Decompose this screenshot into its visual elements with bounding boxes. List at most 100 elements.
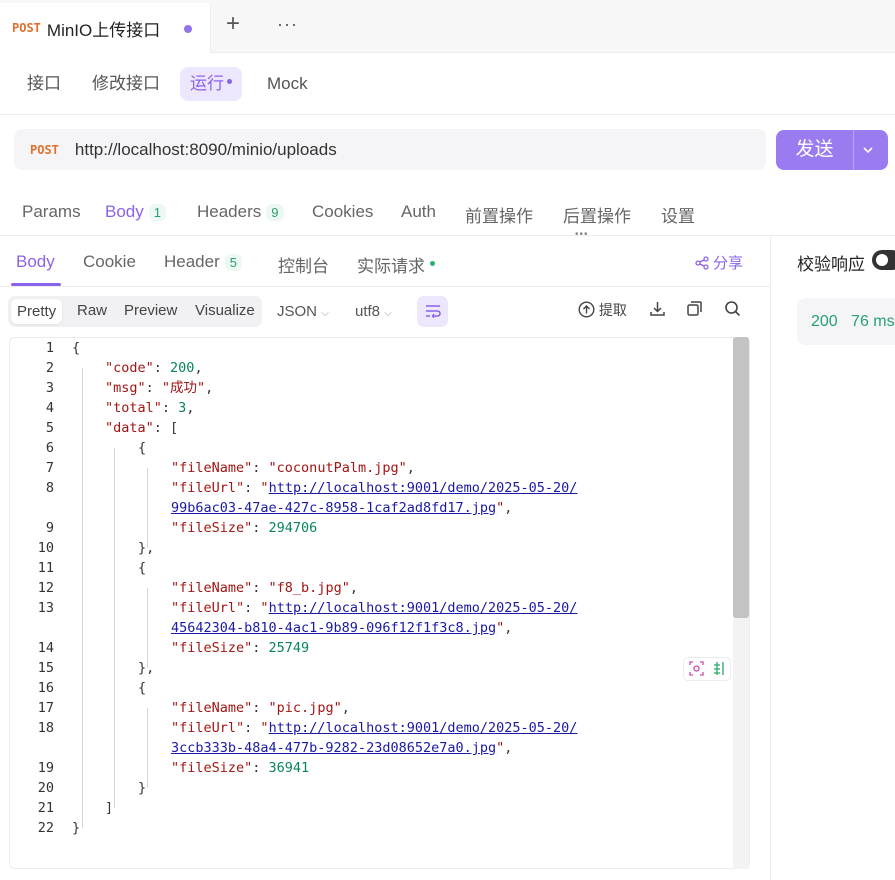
line-number: 18 <box>37 720 54 736</box>
extract-label: 提取 <box>598 302 627 318</box>
file-url-link[interactable]: http://localhost:9001/demo/2025-05-20/ <box>269 480 578 496</box>
copy-icon[interactable] <box>686 300 703 322</box>
code-line: "fileSize": 25749 <box>171 640 310 656</box>
code-line: "total": 3, <box>105 400 195 416</box>
line-number: 13 <box>37 600 54 616</box>
line-number: 8 <box>45 480 54 496</box>
request-tabs: Params Body 1 Headers 9 Cookies Auth 前置操作 … <box>0 186 895 240</box>
code-line: "fileSize": 294706 <box>171 520 318 536</box>
tab-console[interactable]: 控制台 <box>278 252 329 277</box>
tab-settings[interactable]: 设置 <box>661 202 695 227</box>
tab-title: MinIO上传接口 <box>46 20 161 40</box>
response-code-viewer[interactable]: 1 2 3 4 5 6 7 8 9 10 11 12 13 14 15 16 1… <box>9 337 750 869</box>
tab-cookies[interactable]: Cookies <box>312 202 373 222</box>
line-number: 1 <box>45 340 54 356</box>
indent-guide <box>114 448 115 808</box>
tab-body-label: Body <box>105 202 144 221</box>
tab-response-body[interactable]: Body <box>16 252 55 272</box>
code-line: } <box>72 820 81 836</box>
wrap-lines-button[interactable] <box>417 296 448 327</box>
more-icon[interactable]: ··· <box>277 14 298 35</box>
target-icon[interactable] <box>689 661 704 679</box>
code-line: "msg": "成功", <box>105 380 214 396</box>
json-key: "fileUrl" <box>171 600 245 616</box>
line-number: 15 <box>37 660 54 676</box>
code-line: "fileUrl": "http://localhost:9001/demo/2… <box>171 600 578 616</box>
file-url-link[interactable]: 99b6ac03-47ae-427c-8958-1caf2ad8fd17.jpg <box>171 500 496 516</box>
tab-auth[interactable]: Auth <box>401 202 436 222</box>
json-key: "fileUrl" <box>171 720 245 736</box>
code-line: 45642304-b810-4ac1-9b89-096f12f1f3c8.jpg… <box>171 620 513 636</box>
view-visualize[interactable]: Visualize <box>195 302 255 319</box>
indent-guide <box>82 368 83 828</box>
code-action-group <box>683 657 731 681</box>
tab-edit-interface[interactable]: 修改接口 <box>92 67 160 101</box>
code-line: 3ccb333b-48a4-477b-9282-23d08652e7a0.jpg… <box>171 740 513 756</box>
encoding-select[interactable]: utf8 ⌵ <box>355 303 392 320</box>
file-url-link[interactable]: http://localhost:9001/demo/2025-05-20/ <box>269 600 578 616</box>
file-url-link[interactable]: 45642304-b810-4ac1-9b89-096f12f1f3c8.jpg <box>171 620 496 636</box>
url-bar[interactable]: POST http://localhost:8090/minio/uploads <box>14 129 766 170</box>
line-number: 6 <box>45 440 54 456</box>
json-number: 3 <box>178 400 187 416</box>
header-count-badge: 5 <box>224 254 242 271</box>
code-line: }, <box>138 540 155 556</box>
format-value: JSON <box>277 303 318 320</box>
file-url-link[interactable]: 3ccb333b-48a4-477b-9282-23d08652e7a0.jpg <box>171 740 496 756</box>
headers-count-badge: 9 <box>266 204 284 221</box>
line-number: 14 <box>37 640 54 656</box>
encoding-value: utf8 <box>355 303 381 320</box>
chevron-down-icon[interactable] <box>861 140 875 163</box>
url-input[interactable]: http://localhost:8090/minio/uploads <box>75 140 337 160</box>
tab-post-request[interactable]: 后置操作 <box>563 202 631 227</box>
view-preview[interactable]: Preview <box>124 302 177 319</box>
tab-headers-label: Headers <box>197 202 262 221</box>
tab-minio-upload[interactable]: POST MinIO上传接口 <box>0 3 211 53</box>
code-line: "fileName": "pic.jpg", <box>171 700 350 716</box>
download-icon[interactable] <box>649 300 666 322</box>
view-pretty[interactable]: Pretty <box>11 299 63 324</box>
line-number: 3 <box>45 380 54 396</box>
extract-button[interactable]: 提取 <box>578 300 627 320</box>
json-key: "total" <box>105 400 162 416</box>
tab-response-cookie[interactable]: Cookie <box>83 252 136 272</box>
request-method[interactable]: POST <box>30 143 59 157</box>
tab-response-header[interactable]: Header 5 <box>164 252 242 272</box>
tab-pre-request[interactable]: 前置操作 <box>465 202 533 227</box>
tab-body[interactable]: Body 1 <box>105 202 166 222</box>
line-number: 4 <box>45 400 54 416</box>
tab-mock[interactable]: Mock <box>267 67 308 101</box>
code-line: 99b6ac03-47ae-427c-8958-1caf2ad8fd17.jpg… <box>171 500 513 516</box>
share-button[interactable]: 分享 <box>695 252 743 273</box>
json-number: 294706 <box>268 520 318 536</box>
tab-interface[interactable]: 接口 <box>27 67 61 101</box>
run-dot <box>227 79 232 85</box>
line-number: 22 <box>37 820 54 836</box>
json-string: "f8_b.jpg" <box>268 580 350 596</box>
view-raw[interactable]: Raw <box>77 302 107 319</box>
line-number: 20 <box>37 780 54 796</box>
send-button[interactable]: 发送 <box>776 130 888 170</box>
add-tab-icon[interactable]: + <box>226 12 240 36</box>
tab-params[interactable]: Params <box>22 202 81 222</box>
format-select[interactable]: JSON ⌵ <box>277 303 329 320</box>
json-string: "coconutPalm.jpg" <box>268 460 407 476</box>
code-line: "fileName": "coconutPalm.jpg", <box>171 460 415 476</box>
code-line: "data": [ <box>105 420 179 436</box>
line-number: 10 <box>37 540 54 556</box>
response-toolbar: Pretty Raw Preview Visualize JSON ⌵ utf8… <box>0 288 771 338</box>
validate-toggle[interactable] <box>872 250 895 270</box>
file-url-link[interactable]: http://localhost:9001/demo/2025-05-20/ <box>269 720 578 736</box>
tab-headers[interactable]: Headers 9 <box>197 202 284 222</box>
tab-actual-request[interactable]: 实际请求 <box>357 252 435 277</box>
json-number: 36941 <box>268 760 310 776</box>
columns-icon[interactable] <box>712 661 727 679</box>
search-icon[interactable] <box>724 300 741 322</box>
tab-run[interactable]: 运行 <box>180 67 242 101</box>
line-number: 21 <box>37 800 54 816</box>
active-tab-indicator <box>11 283 61 286</box>
scrollbar-thumb[interactable] <box>733 337 749 618</box>
wrap-icon <box>425 305 441 319</box>
json-string: "pic.jpg" <box>268 700 342 716</box>
json-key: "fileSize" <box>171 760 253 776</box>
